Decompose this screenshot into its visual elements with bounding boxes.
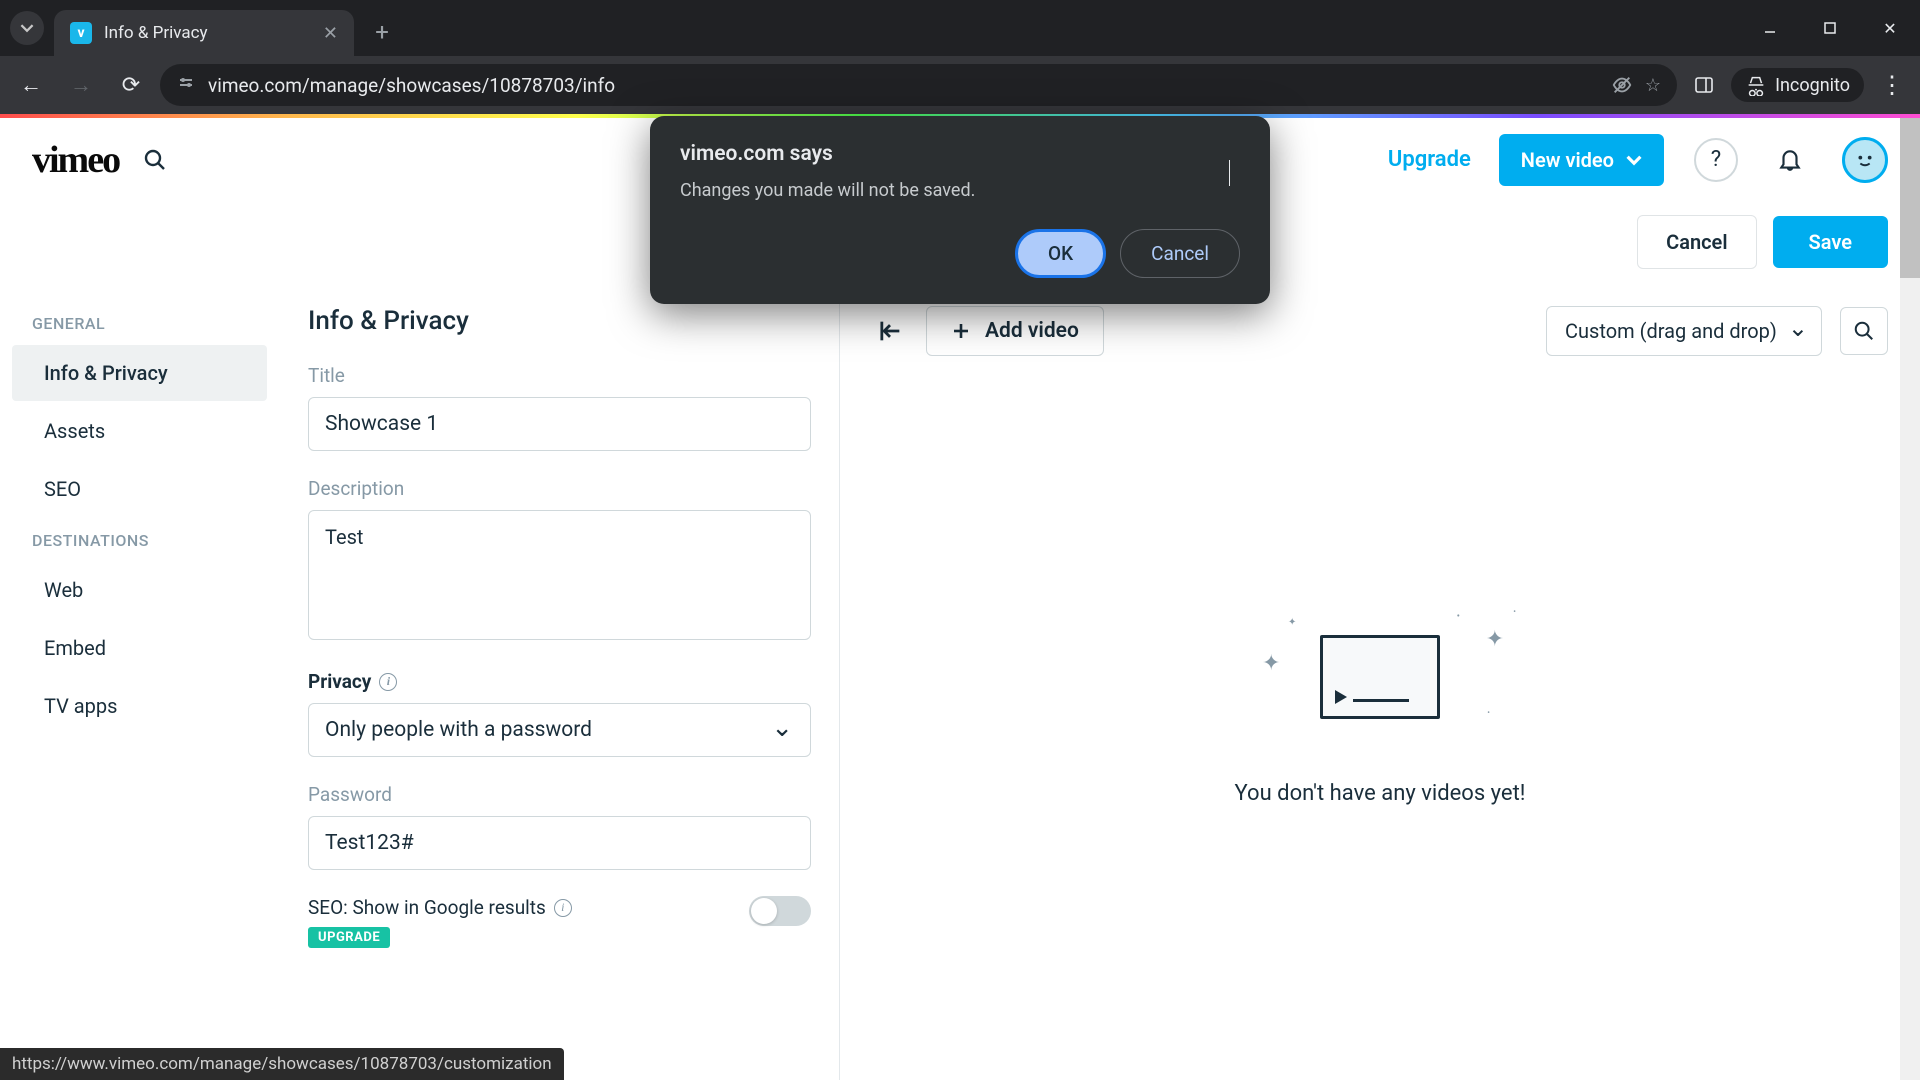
title-input[interactable] bbox=[308, 397, 811, 451]
form-panel: Info & Privacy Title Description Test Pr… bbox=[280, 282, 840, 1080]
new-video-label: New video bbox=[1521, 148, 1614, 172]
sidebar: GENERAL Info & Privacy Assets SEO DESTIN… bbox=[0, 282, 280, 1080]
scrollbar-thumb[interactable] bbox=[1900, 118, 1920, 278]
sidebar-item-web[interactable]: Web bbox=[12, 562, 267, 618]
url-bar[interactable]: vimeo.com/manage/showcases/10878703/info… bbox=[160, 64, 1677, 106]
page-scrollbar[interactable] bbox=[1900, 118, 1920, 1080]
upgrade-badge[interactable]: UPGRADE bbox=[308, 927, 390, 948]
search-icon bbox=[1853, 320, 1875, 342]
tab-search-dropdown[interactable] bbox=[0, 0, 54, 56]
window-controls: ✕ bbox=[1740, 0, 1920, 56]
title-label: Title bbox=[308, 364, 811, 387]
add-video-button[interactable]: Add video bbox=[926, 306, 1104, 356]
browser-tab[interactable]: v Info & Privacy ✕ bbox=[54, 10, 354, 56]
incognito-label: Incognito bbox=[1775, 75, 1850, 96]
search-icon[interactable] bbox=[139, 144, 171, 176]
video-search-button[interactable] bbox=[1840, 307, 1888, 355]
bookmark-star-icon[interactable]: ☆ bbox=[1645, 75, 1661, 96]
sidebar-item-seo[interactable]: SEO bbox=[12, 461, 267, 517]
vimeo-logo[interactable]: vimeo bbox=[32, 138, 119, 182]
seo-toggle[interactable] bbox=[749, 896, 811, 926]
description-label: Description bbox=[308, 477, 811, 500]
avatar-face-icon bbox=[1851, 146, 1879, 174]
tab-favicon-icon: v bbox=[70, 22, 92, 44]
site-settings-icon[interactable] bbox=[176, 75, 196, 95]
video-panel: Add video Custom (drag and drop) ✦ ✦ ✦ •… bbox=[840, 282, 1920, 1080]
sidebar-section-general: GENERAL bbox=[0, 302, 279, 343]
dialog-title: vimeo.com says bbox=[680, 142, 1240, 166]
save-button[interactable]: Save bbox=[1773, 216, 1888, 268]
browser-toolbar: ← → ⟳ vimeo.com/manage/showcases/1087870… bbox=[0, 56, 1920, 114]
text-caret-icon bbox=[1229, 160, 1230, 186]
empty-illustration-icon: ✦ ✦ ✦ • • • bbox=[1280, 607, 1480, 747]
dialog-ok-button[interactable]: OK bbox=[1015, 229, 1106, 278]
info-icon[interactable]: i bbox=[379, 673, 397, 691]
window-maximize-icon[interactable] bbox=[1800, 0, 1860, 56]
tab-title: Info & Privacy bbox=[104, 23, 311, 43]
privacy-label: Privacy i bbox=[308, 670, 811, 693]
privacy-select[interactable]: Only people with a password bbox=[308, 703, 811, 757]
sidebar-item-embed[interactable]: Embed bbox=[12, 620, 267, 676]
status-bar: https://www.vimeo.com/manage/showcases/1… bbox=[0, 1048, 564, 1080]
panel-heading: Info & Privacy bbox=[308, 306, 811, 336]
eye-off-icon[interactable] bbox=[1611, 74, 1633, 96]
sort-select[interactable]: Custom (drag and drop) bbox=[1546, 306, 1822, 356]
empty-state: ✦ ✦ ✦ • • • You don't have any videos ye… bbox=[872, 356, 1888, 1056]
window-minimize-icon[interactable] bbox=[1740, 0, 1800, 56]
js-confirm-dialog: vimeo.com says Changes you made will not… bbox=[650, 116, 1270, 304]
browser-titlebar: v Info & Privacy ✕ + ✕ bbox=[0, 0, 1920, 56]
main-area: GENERAL Info & Privacy Assets SEO DESTIN… bbox=[0, 282, 1920, 1080]
url-text: vimeo.com/manage/showcases/10878703/info bbox=[208, 74, 1599, 97]
browser-menu-icon[interactable]: ⋮ bbox=[1872, 66, 1910, 104]
password-label: Password bbox=[308, 783, 811, 806]
user-avatar[interactable] bbox=[1842, 137, 1888, 183]
upgrade-link[interactable]: Upgrade bbox=[1388, 147, 1471, 172]
empty-state-text: You don't have any videos yet! bbox=[1235, 781, 1526, 806]
info-icon[interactable]: i bbox=[554, 899, 572, 917]
nav-forward-icon: → bbox=[60, 64, 102, 106]
new-tab-button[interactable]: + bbox=[362, 12, 402, 52]
collapse-panel-icon[interactable] bbox=[872, 313, 908, 349]
new-video-button[interactable]: New video bbox=[1499, 134, 1664, 186]
video-toolbar: Add video Custom (drag and drop) bbox=[872, 306, 1888, 356]
sidebar-item-assets[interactable]: Assets bbox=[12, 403, 267, 459]
sidebar-item-tv-apps[interactable]: TV apps bbox=[12, 678, 267, 734]
notifications-icon[interactable] bbox=[1768, 138, 1812, 182]
chevron-down-icon bbox=[1626, 152, 1642, 168]
window-close-icon[interactable]: ✕ bbox=[1860, 0, 1920, 56]
seo-toggle-label: SEO: Show in Google results i bbox=[308, 896, 572, 919]
dialog-cancel-button[interactable]: Cancel bbox=[1120, 229, 1240, 278]
incognito-indicator[interactable]: Incognito bbox=[1731, 68, 1864, 102]
plus-icon bbox=[951, 321, 971, 341]
description-textarea[interactable]: Test bbox=[308, 510, 811, 640]
tab-close-icon[interactable]: ✕ bbox=[323, 23, 338, 44]
cancel-button[interactable]: Cancel bbox=[1637, 215, 1756, 269]
add-video-label: Add video bbox=[985, 319, 1079, 343]
nav-reload-icon[interactable]: ⟳ bbox=[110, 64, 152, 106]
incognito-icon bbox=[1745, 74, 1767, 96]
sidebar-section-destinations: DESTINATIONS bbox=[0, 519, 279, 560]
dialog-message: Changes you made will not be saved. bbox=[680, 180, 1240, 201]
toggle-knob bbox=[751, 898, 777, 924]
password-input[interactable] bbox=[308, 816, 811, 870]
sidebar-item-info-privacy[interactable]: Info & Privacy bbox=[12, 345, 267, 401]
nav-back-icon[interactable]: ← bbox=[10, 64, 52, 106]
help-icon[interactable]: ? bbox=[1694, 138, 1738, 182]
side-panel-icon[interactable] bbox=[1685, 66, 1723, 104]
